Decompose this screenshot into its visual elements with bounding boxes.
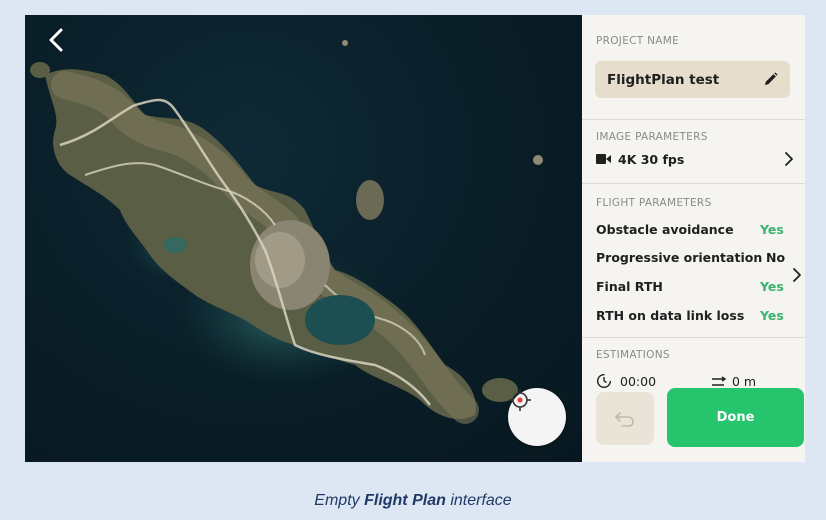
flight-parameters-row[interactable]: FLIGHT PARAMETERS Obstacle avoidance Yes…	[582, 187, 805, 337]
back-button[interactable]	[47, 27, 77, 57]
caption-suffix: interface	[445, 492, 512, 509]
divider	[582, 337, 805, 338]
island-terrain	[30, 40, 543, 424]
undo-icon	[615, 411, 634, 427]
chevron-right-icon	[793, 268, 801, 282]
done-button[interactable]: Done	[667, 388, 804, 447]
flight-parameters-label: FLIGHT PARAMETERS	[596, 197, 712, 209]
rth-data-link-loss-value: Yes	[760, 308, 784, 323]
project-name-field[interactable]: FlightPlan test	[595, 61, 790, 98]
pencil-icon[interactable]	[763, 72, 778, 87]
project-name-label: PROJECT NAME	[596, 35, 680, 47]
progressive-orientation-value: No	[766, 250, 786, 265]
divider	[582, 183, 805, 184]
divider	[582, 119, 805, 120]
obstacle-avoidance-value: Yes	[760, 222, 784, 237]
locate-me-button[interactable]	[508, 388, 566, 446]
final-rth-value: Yes	[760, 279, 784, 294]
crosshair-target-icon	[509, 389, 531, 411]
figure-caption: Empty Flight Plan interface	[0, 492, 826, 510]
chevron-right-icon	[785, 152, 793, 166]
image-parameters-value: 4K 30 fps	[618, 152, 685, 167]
video-camera-icon	[596, 154, 611, 164]
image-parameters-row[interactable]: IMAGE PARAMETERS 4K 30 fps	[582, 127, 805, 183]
estimations-label: ESTIMATIONS	[596, 349, 670, 361]
flight-plan-panel: PROJECT NAME FlightPlan test IMAGE PARAM…	[582, 15, 805, 462]
distance-icon	[712, 376, 727, 386]
chevron-left-icon	[49, 28, 63, 52]
done-button-label: Done	[716, 410, 755, 425]
project-name-value: FlightPlan test	[607, 71, 720, 88]
image-parameters-label: IMAGE PARAMETERS	[596, 131, 708, 143]
progressive-orientation-label: Progressive orientation	[596, 250, 763, 265]
caption-prefix: Empty	[314, 492, 365, 509]
timer-icon	[596, 373, 612, 389]
estimation-time: 00:00	[620, 374, 657, 389]
rth-data-link-loss-label: RTH on data link loss	[596, 308, 745, 323]
undo-button[interactable]	[596, 392, 654, 445]
final-rth-label: Final RTH	[596, 279, 663, 294]
satellite-map[interactable]	[25, 15, 582, 462]
obstacle-avoidance-label: Obstacle avoidance	[596, 222, 734, 237]
caption-bold: Flight Plan	[364, 492, 446, 509]
app-window: PROJECT NAME FlightPlan test IMAGE PARAM…	[25, 15, 805, 462]
estimation-distance: 0 m	[732, 374, 757, 389]
